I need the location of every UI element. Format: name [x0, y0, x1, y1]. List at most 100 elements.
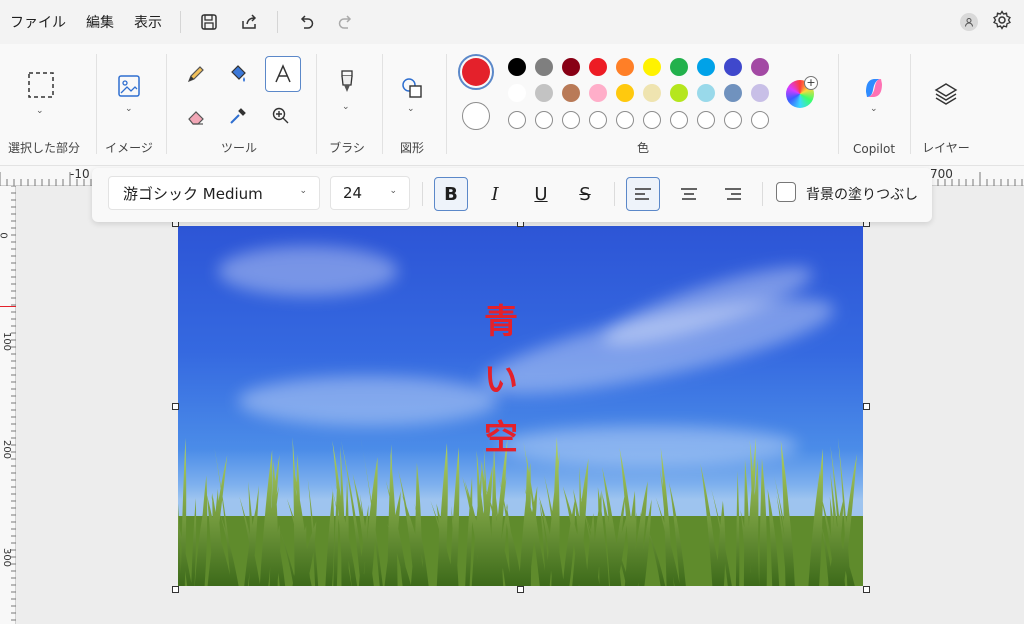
menu-file[interactable]: ファイル [0, 0, 76, 44]
resize-handle[interactable] [517, 586, 524, 593]
eraser-icon [188, 111, 204, 125]
cursor-position-marker [0, 306, 16, 307]
group-divider [910, 54, 911, 154]
primary-color-swatch [462, 58, 490, 86]
vertical-ruler: 0 100 200 300 [0, 185, 16, 624]
secondary-color-button[interactable] [462, 102, 490, 130]
shapes-button[interactable] [396, 72, 428, 104]
color-swatch[interactable] [643, 58, 661, 76]
canvas-text[interactable]: 青 い 空 [484, 294, 518, 467]
brush-button[interactable] [331, 66, 363, 98]
share-button[interactable] [229, 4, 269, 40]
cloud [475, 279, 841, 413]
underline-button[interactable]: U [524, 177, 558, 211]
color-swatch[interactable] [535, 58, 553, 76]
custom-color-slot[interactable] [535, 111, 553, 129]
pencil-tool[interactable] [180, 58, 212, 90]
copilot-group: ⌄ Copilot [840, 44, 908, 166]
color-swatch[interactable] [562, 58, 580, 76]
select-button[interactable] [24, 68, 58, 102]
italic-button[interactable]: I [478, 177, 512, 211]
custom-color-slot[interactable] [643, 111, 661, 129]
custom-color-slot[interactable] [508, 111, 526, 129]
layers-group: レイヤー [912, 44, 980, 166]
color-picker-tool[interactable] [222, 100, 254, 132]
image-button[interactable] [113, 70, 145, 102]
eraser-tool[interactable] [180, 100, 212, 132]
color-swatch[interactable] [616, 58, 634, 76]
color-swatch[interactable] [697, 84, 715, 102]
resize-handle[interactable] [172, 403, 179, 410]
color-swatch[interactable] [562, 84, 580, 102]
settings-button[interactable] [992, 10, 1012, 34]
chevron-down-icon[interactable]: ⌄ [36, 106, 44, 116]
magnifier-tool[interactable] [265, 100, 297, 132]
color-swatch[interactable] [535, 84, 553, 102]
colors-label: 色 [636, 141, 649, 155]
color-swatch[interactable] [589, 84, 607, 102]
image-group: ⌄ イメージ [98, 44, 160, 166]
align-right-button[interactable] [716, 177, 750, 211]
ruler-label-v300: 300 [1, 547, 13, 568]
bold-button[interactable]: B [434, 177, 468, 211]
group-divider [446, 54, 447, 154]
color-swatch[interactable] [643, 84, 661, 102]
color-swatch[interactable] [724, 84, 742, 102]
color-swatch[interactable] [616, 84, 634, 102]
primary-color-button[interactable] [458, 54, 494, 90]
color-swatch[interactable] [589, 58, 607, 76]
align-center-button[interactable] [672, 177, 706, 211]
background-fill-checkbox[interactable] [776, 182, 796, 202]
ribbon: ⌄ 選択した部分 ⌄ イメージ ツール ⌄ ブラシ ⌄ 図形 + 色 ⌄ Cop… [0, 44, 1024, 166]
undo-icon [300, 15, 314, 29]
save-button[interactable] [189, 4, 229, 40]
resize-handle[interactable] [863, 586, 870, 593]
font-family-select[interactable]: 游ゴシック Medium ⌄ [108, 176, 320, 210]
color-swatch[interactable] [670, 84, 688, 102]
layers-button[interactable] [930, 78, 962, 110]
color-swatch[interactable] [697, 58, 715, 76]
align-center-icon [681, 188, 697, 200]
menu-view[interactable]: 表示 [124, 0, 172, 44]
canvas-image[interactable] [178, 226, 863, 586]
copilot-button[interactable] [858, 72, 890, 104]
color-swatch[interactable] [508, 84, 526, 102]
ruler-label-v0: 0 [0, 232, 9, 238]
font-size-select[interactable]: 24 ⌄ [330, 176, 410, 210]
resize-handle[interactable] [172, 586, 179, 593]
text-char: 青 [484, 302, 518, 342]
color-swatch[interactable] [670, 58, 688, 76]
color-swatch[interactable] [724, 58, 742, 76]
menu-divider [180, 11, 181, 33]
custom-color-slot[interactable] [562, 111, 580, 129]
chevron-down-icon[interactable]: ⌄ [870, 104, 878, 114]
paint-bucket-icon [231, 65, 246, 82]
account-avatar[interactable] [960, 13, 978, 31]
redo-button[interactable] [326, 4, 366, 40]
brush-icon [341, 70, 353, 92]
undo-button[interactable] [286, 4, 326, 40]
custom-color-slot[interactable] [697, 111, 715, 129]
color-swatch[interactable] [751, 58, 769, 76]
brush-label: ブラシ [329, 141, 365, 155]
edit-colors-button[interactable]: + [786, 76, 818, 108]
shapes-group: ⌄ 図形 [384, 44, 440, 166]
menu-edit[interactable]: 編集 [76, 0, 124, 44]
custom-color-slot[interactable] [751, 111, 769, 129]
fill-tool[interactable] [222, 58, 254, 90]
custom-color-slot[interactable] [724, 111, 742, 129]
strikethrough-button[interactable]: S [568, 177, 602, 211]
custom-color-slot[interactable] [670, 111, 688, 129]
color-swatch[interactable] [751, 84, 769, 102]
custom-color-slot[interactable] [589, 111, 607, 129]
plus-icon: + [804, 76, 818, 90]
toolbar-divider [762, 182, 763, 206]
color-swatch[interactable] [508, 58, 526, 76]
chevron-down-icon[interactable]: ⌄ [342, 102, 350, 112]
resize-handle[interactable] [863, 403, 870, 410]
chevron-down-icon[interactable]: ⌄ [125, 104, 133, 114]
chevron-down-icon[interactable]: ⌄ [407, 104, 415, 114]
align-left-button[interactable] [626, 177, 660, 211]
custom-color-slot[interactable] [616, 111, 634, 129]
text-tool[interactable] [265, 56, 301, 92]
